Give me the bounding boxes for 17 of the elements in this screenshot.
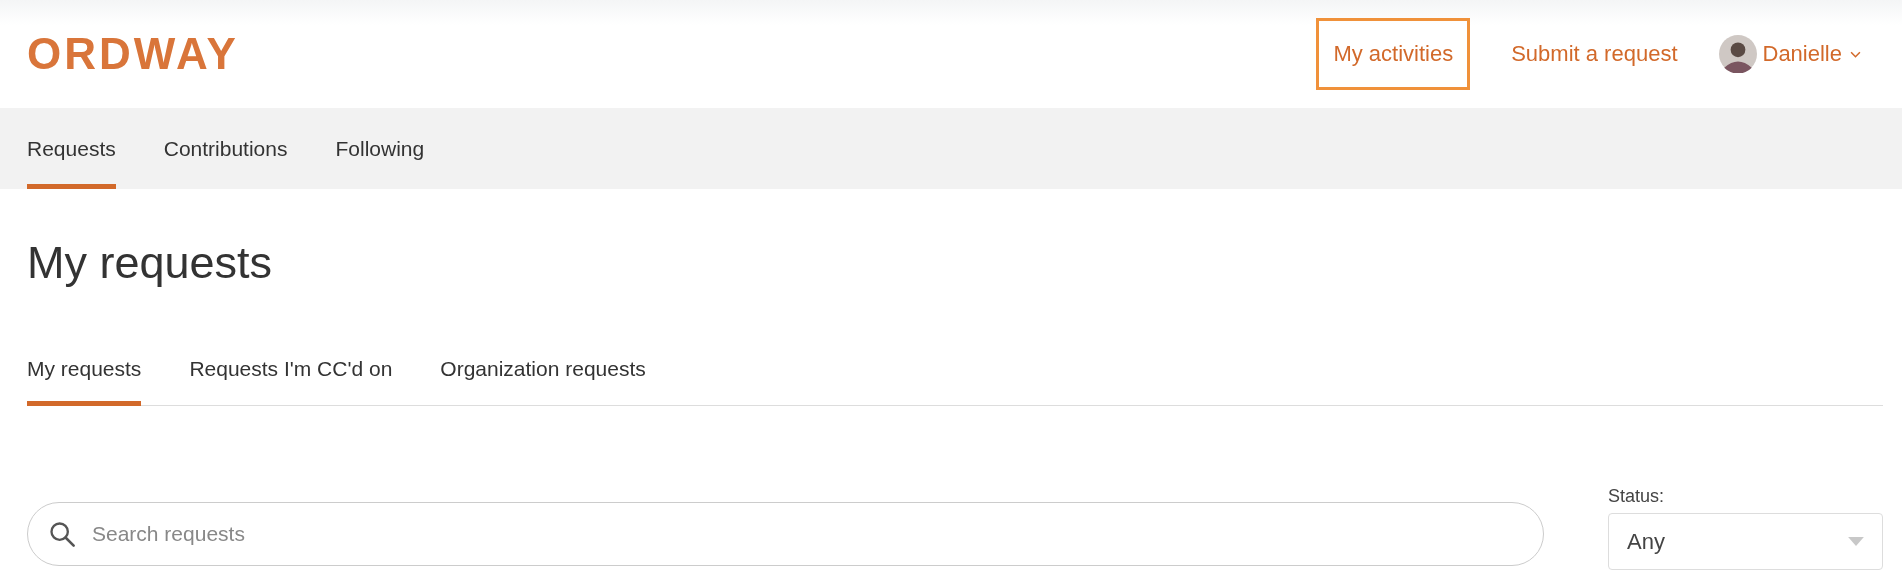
search-field[interactable]: Search requests [27, 502, 1544, 566]
nav-link[interactable]: Submit a request [1494, 18, 1695, 90]
nav-tab[interactable]: Contributions [163, 108, 288, 189]
tab[interactable]: Requests I'm CC'd on [189, 351, 393, 406]
nav-tab[interactable]: Requests [27, 108, 116, 189]
dropdown-arrow-icon [1848, 537, 1864, 546]
page-title: My requests [27, 237, 274, 289]
user-menu[interactable]: Danielle [1762, 41, 1850, 67]
avatar-icon[interactable] [1718, 35, 1757, 73]
status-dropdown[interactable]: Any [1608, 513, 1883, 570]
tab[interactable]: Organization requests [440, 351, 646, 406]
tab[interactable]: My requests [27, 351, 142, 406]
nav-tab[interactable]: Following [335, 108, 425, 189]
nav-link[interactable]: My activities [1316, 18, 1471, 90]
caret-icon[interactable] [1850, 50, 1861, 58]
status-label: Status: [1608, 486, 1666, 507]
search-icon [48, 520, 76, 548]
